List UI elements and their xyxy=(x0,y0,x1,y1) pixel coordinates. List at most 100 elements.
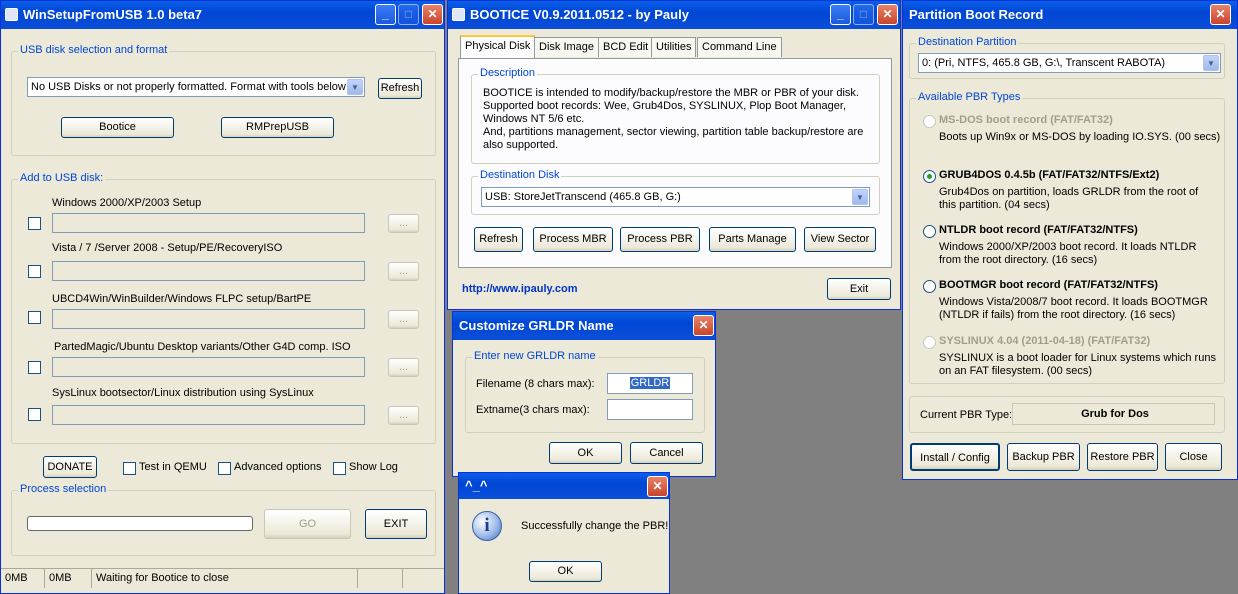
parts-manage-button[interactable]: Parts Manage xyxy=(709,227,796,252)
item-path-field[interactable] xyxy=(52,309,365,329)
status-size-2: 0MB xyxy=(45,569,92,588)
close-button[interactable]: ✕ xyxy=(647,476,668,497)
website-link[interactable]: http://www.ipauly.com xyxy=(462,283,578,295)
pbr-type-radio-ntldr[interactable] xyxy=(923,225,936,238)
browse-button[interactable]: ... xyxy=(388,262,419,281)
advanced-options-checkbox[interactable] xyxy=(218,462,231,475)
close-button[interactable]: ✕ xyxy=(422,4,443,25)
item-path-field[interactable] xyxy=(52,405,365,425)
tab-bcd-edit[interactable]: BCD Edit xyxy=(598,37,654,57)
advanced-options-label: Advanced options xyxy=(234,461,322,473)
status-cell-4 xyxy=(358,569,403,588)
current-pbr-value: Grub for Dos xyxy=(1012,403,1215,425)
pbr-type-desc: Boots up Win9x or MS-DOS by loading IO.S… xyxy=(939,131,1221,143)
browse-button[interactable]: ... xyxy=(388,358,419,377)
close-pbr-button[interactable]: Close xyxy=(1165,443,1222,471)
grldr-title: Customize GRLDR Name xyxy=(459,318,614,333)
extname-field[interactable] xyxy=(607,399,693,420)
usb-disk-select[interactable]: No USB Disks or not properly formatted. … xyxy=(27,77,365,97)
tab-utilities[interactable]: Utilities xyxy=(651,37,697,57)
browse-button[interactable]: ... xyxy=(388,310,419,329)
item-checkbox[interactable] xyxy=(28,265,41,278)
close-button[interactable]: ✕ xyxy=(1210,4,1231,25)
bootice-title: BOOTICE V0.9.2011.0512 - by Pauly xyxy=(470,7,689,22)
exit-button[interactable]: Exit xyxy=(827,278,891,300)
refresh-button[interactable]: Refresh xyxy=(378,78,422,99)
pbr-type-title: MS-DOS boot record (FAT/FAT32) xyxy=(939,114,1113,126)
item-checkbox[interactable] xyxy=(28,361,41,374)
pbr-type-desc: SYSLINUX is a boot loader for Linux syst… xyxy=(939,352,1216,364)
item-path-field[interactable] xyxy=(52,357,365,377)
extname-label: Extname(3 chars max): xyxy=(476,404,590,416)
pbr-type-radio-grub4dos[interactable] xyxy=(923,170,936,183)
info-icon: i xyxy=(472,511,502,541)
test-qemu-checkbox[interactable] xyxy=(123,462,136,475)
item-label: Windows 2000/XP/2003 Setup xyxy=(52,197,202,209)
pbr-title: Partition Boot Record xyxy=(909,7,1044,22)
pbr-type-radio-msdos[interactable] xyxy=(923,115,936,128)
description-group: Description BOOTICE is intended to modif… xyxy=(471,67,880,164)
item-path-field[interactable] xyxy=(52,261,365,281)
item-checkbox[interactable] xyxy=(28,408,41,421)
chevron-down-icon: ▼ xyxy=(347,79,363,95)
item-checkbox[interactable] xyxy=(28,311,41,324)
cancel-button[interactable]: Cancel xyxy=(630,442,703,464)
view-sector-button[interactable]: View Sector xyxy=(804,227,876,252)
tab-disk-image[interactable]: Disk Image xyxy=(534,37,600,57)
backup-pbr-button[interactable]: Backup PBR xyxy=(1007,443,1080,471)
destination-disk-select[interactable]: USB: StoreJetTranscend (465.8 GB, G:) ▼ xyxy=(481,187,870,207)
tab-physical-disk[interactable]: Physical Disk xyxy=(460,35,536,58)
chevron-down-icon: ▼ xyxy=(1203,55,1219,71)
restore-pbr-button[interactable]: Restore PBR xyxy=(1087,443,1158,471)
add-to-usb-label: Add to USB disk: xyxy=(18,172,106,184)
tab-command-line[interactable]: Command Line xyxy=(697,37,782,57)
destination-disk-group: Destination Disk USB: StoreJetTranscend … xyxy=(471,169,880,215)
grldr-name-label: Enter new GRLDR name xyxy=(472,350,598,362)
grldr-name-group: Enter new GRLDR name Filename (8 chars m… xyxy=(465,350,705,433)
bootice-window: BOOTICE V0.9.2011.0512 - by Pauly _ □ ✕ … xyxy=(447,0,901,310)
status-size-1: 0MB xyxy=(1,569,45,588)
message-text: Successfully change the PBR! xyxy=(521,520,669,532)
item-path-field[interactable] xyxy=(52,213,365,233)
install-config-button[interactable]: Install / Config xyxy=(910,443,1000,471)
pbr-type-desc: from the root directory. (16 secs) xyxy=(939,254,1098,266)
process-pbr-button[interactable]: Process PBR xyxy=(620,227,700,252)
tab-strip: Physical Disk Disk Image BCD Edit Utilit… xyxy=(460,35,900,59)
show-log-checkbox[interactable] xyxy=(333,462,346,475)
bootice-button[interactable]: Bootice xyxy=(61,117,174,138)
minimize-button[interactable]: _ xyxy=(375,4,396,25)
refresh-button[interactable]: Refresh xyxy=(474,227,523,252)
minimize-button[interactable]: _ xyxy=(830,4,851,25)
pbr-type-radio-syslinux[interactable] xyxy=(923,336,936,349)
bootice-app-icon xyxy=(452,8,465,21)
exit-button[interactable]: EXIT xyxy=(365,509,427,539)
item-checkbox[interactable] xyxy=(28,217,41,230)
pbr-type-radio-bootmgr[interactable] xyxy=(923,280,936,293)
pbr-type-desc: (NTLDR if fails) from the root directory… xyxy=(939,309,1176,321)
process-mbr-button[interactable]: Process MBR xyxy=(533,227,613,252)
grldr-titlebar[interactable]: Customize GRLDR Name xyxy=(453,312,715,340)
browse-button[interactable]: ... xyxy=(388,214,419,233)
show-log-label: Show Log xyxy=(349,461,398,473)
maximize-button: □ xyxy=(853,4,874,25)
destination-partition-select[interactable]: 0: (Pri, NTFS, 465.8 GB, G:\, Transcent … xyxy=(918,53,1221,73)
message-titlebar[interactable]: ^_^ xyxy=(459,473,669,499)
item-label: PartedMagic/Ubuntu Desktop variants/Othe… xyxy=(54,341,351,353)
description-label: Description xyxy=(478,67,538,79)
ok-button[interactable]: OK xyxy=(549,442,622,464)
donate-button[interactable]: DONATE xyxy=(43,456,97,478)
close-button[interactable]: ✕ xyxy=(693,315,714,336)
pbr-titlebar[interactable]: Partition Boot Record xyxy=(903,1,1237,29)
browse-button[interactable]: ... xyxy=(388,406,419,425)
rmprepusb-button[interactable]: RMPrepUSB xyxy=(221,117,334,138)
filename-field[interactable]: GRLDR xyxy=(607,373,693,394)
message-title: ^_^ xyxy=(465,478,488,493)
filename-label: Filename (8 chars max): xyxy=(476,378,595,390)
pbr-type-title: NTLDR boot record (FAT/FAT32/NTFS) xyxy=(939,224,1138,236)
pbr-type-desc: Grub4Dos on partition, loads GRLDR from … xyxy=(939,186,1199,198)
description-line: And, partitions management, sector viewi… xyxy=(483,126,864,138)
ok-button[interactable]: OK xyxy=(529,561,602,582)
close-button[interactable]: ✕ xyxy=(877,4,898,25)
go-button[interactable]: GO xyxy=(264,509,351,539)
tab-panel: Description BOOTICE is intended to modif… xyxy=(458,58,892,268)
